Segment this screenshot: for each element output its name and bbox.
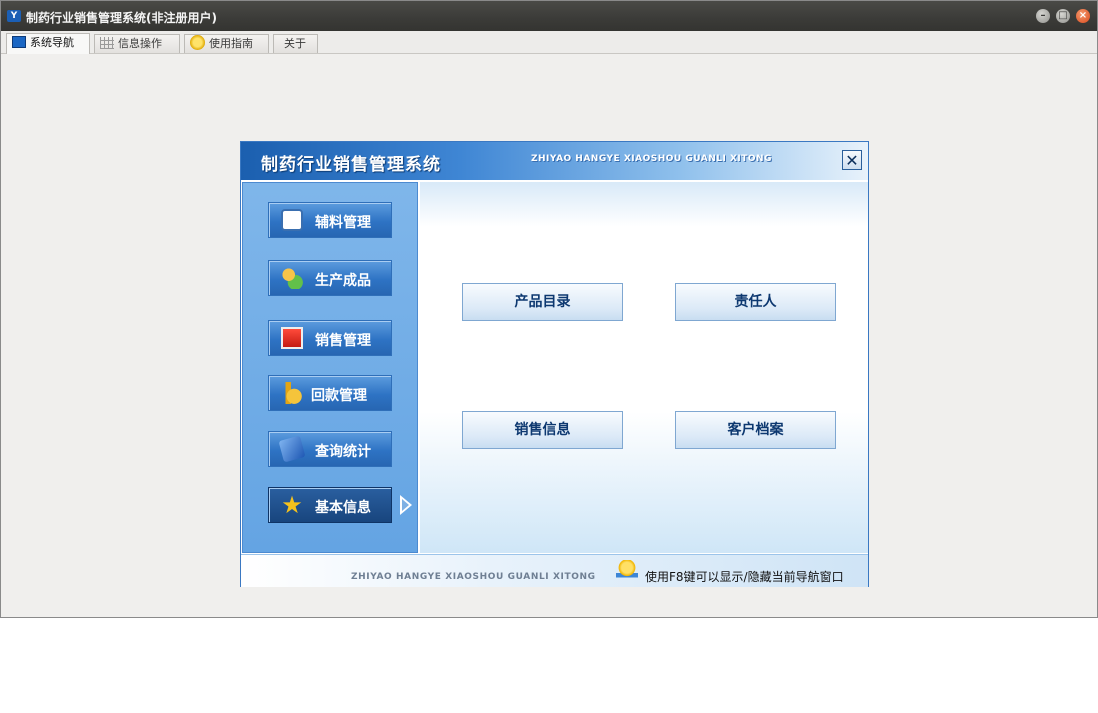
star-icon: ★ bbox=[281, 491, 303, 519]
nav-label: 辅料管理 bbox=[315, 215, 371, 231]
dialog-footer: ZHIYAO HANGYE XIAOSHOU GUANLI XITONG 使用F… bbox=[241, 554, 868, 587]
title-bar: Y 制药行业销售管理系统(非注册用户) – □ × bbox=[1, 1, 1097, 31]
footer-brand: ZHIYAO HANGYE XIAOSHOU GUANLI XITONG bbox=[351, 572, 596, 582]
main-window: Y 制药行业销售管理系统(非注册用户) – □ × 系统导航 信息操作 使用指南… bbox=[0, 0, 1098, 618]
tip-icon bbox=[616, 560, 638, 582]
tab-label: 关于 bbox=[284, 37, 306, 50]
nav-label: 回款管理 bbox=[311, 388, 367, 404]
nav-button-auxiliary[interactable]: 辅料管理 bbox=[268, 202, 392, 238]
dialog-header: 制药行业销售管理系统 ZHIYAO HANGYE XIAOSHOU GUANLI… bbox=[241, 142, 868, 180]
tab-about[interactable]: 关于 bbox=[273, 34, 318, 53]
nav-button-sales[interactable]: 销售管理 bbox=[268, 320, 392, 356]
tab-system-nav[interactable]: 系统导航 bbox=[6, 33, 90, 54]
people-icon bbox=[281, 267, 303, 289]
nav-label: 销售管理 bbox=[315, 333, 371, 349]
monitor-icon bbox=[12, 36, 26, 48]
selected-arrow-icon bbox=[400, 495, 412, 515]
coins-icon bbox=[281, 382, 303, 404]
tab-user-guide[interactable]: 使用指南 bbox=[184, 34, 269, 53]
sales-info-button[interactable]: 销售信息 bbox=[462, 411, 623, 449]
nav-button-basic-info[interactable]: ★ 基本信息 bbox=[268, 487, 392, 523]
nav-label: 生产成品 bbox=[315, 273, 371, 289]
book-icon bbox=[278, 435, 306, 463]
app-icon: Y bbox=[7, 10, 21, 22]
tab-label: 使用指南 bbox=[209, 37, 253, 50]
tab-bar: 系统导航 信息操作 使用指南 关于 bbox=[1, 31, 1097, 54]
nav-button-payment[interactable]: 回款管理 bbox=[268, 375, 392, 411]
monitor-red-icon bbox=[281, 327, 303, 349]
help-icon bbox=[190, 35, 205, 50]
dialog-close-button[interactable]: ✕ bbox=[842, 150, 862, 170]
responsible-person-button[interactable]: 责任人 bbox=[675, 283, 836, 321]
tab-info-ops[interactable]: 信息操作 bbox=[94, 34, 180, 53]
document-icon bbox=[281, 209, 303, 231]
tab-label: 系统导航 bbox=[30, 36, 74, 49]
maximize-button[interactable]: □ bbox=[1056, 9, 1070, 23]
window-title: 制药行业销售管理系统(非注册用户) bbox=[26, 11, 217, 25]
dialog-title: 制药行业销售管理系统 bbox=[261, 155, 441, 175]
action-panel: 产品目录 责任人 销售信息 客户档案 bbox=[420, 182, 868, 553]
close-button[interactable]: × bbox=[1076, 9, 1090, 23]
minimize-button[interactable]: – bbox=[1036, 9, 1050, 23]
nav-label: 基本信息 bbox=[315, 500, 371, 516]
tab-label: 信息操作 bbox=[118, 37, 162, 50]
navigation-dialog: 制药行业销售管理系统 ZHIYAO HANGYE XIAOSHOU GUANLI… bbox=[240, 141, 869, 587]
dialog-subtitle: ZHIYAO HANGYE XIAOSHOU GUANLI XITONG bbox=[531, 154, 772, 164]
nav-button-production[interactable]: 生产成品 bbox=[268, 260, 392, 296]
nav-button-query[interactable]: 查询统计 bbox=[268, 431, 392, 467]
footer-tip: 使用F8键可以显示/隐藏当前导航窗口 bbox=[645, 570, 844, 584]
product-catalog-button[interactable]: 产品目录 bbox=[462, 283, 623, 321]
customer-records-button[interactable]: 客户档案 bbox=[675, 411, 836, 449]
nav-panel: 辅料管理 生产成品 销售管理 回款管理 查询统计 ★ 基本信息 bbox=[242, 182, 418, 553]
grid-icon bbox=[100, 37, 114, 49]
nav-label: 查询统计 bbox=[315, 444, 371, 460]
